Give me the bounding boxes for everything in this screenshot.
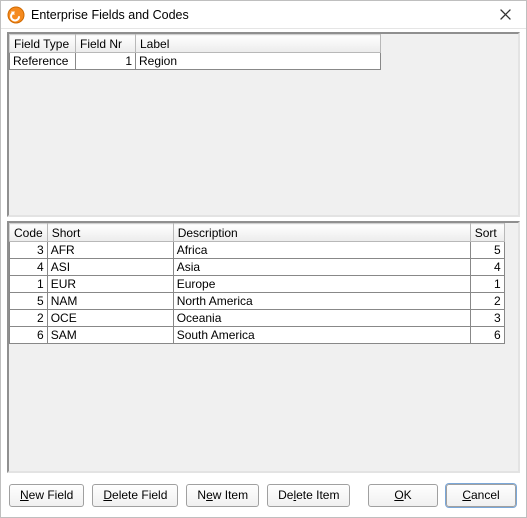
codes-cell-sort[interactable]: 2 xyxy=(470,293,504,310)
codes-cell-short[interactable]: OCE xyxy=(47,310,173,327)
codes-header-short[interactable]: Short xyxy=(47,224,173,242)
fields-header-field-type[interactable]: Field Type xyxy=(10,35,76,53)
codes-cell-sort[interactable]: 1 xyxy=(470,276,504,293)
fields-cell-field-nr[interactable]: 1 xyxy=(76,53,136,70)
codes-cell-code[interactable]: 4 xyxy=(10,259,48,276)
codes-grid-header: Code Short Description Sort xyxy=(10,224,505,242)
delete-item-button[interactable]: Delete Item xyxy=(267,484,350,507)
codes-header-description[interactable]: Description xyxy=(173,224,470,242)
new-item-button[interactable]: New Item xyxy=(186,484,259,507)
codes-panel: Code Short Description Sort 3 AFR Africa… xyxy=(7,221,520,473)
content: Field Type Field Nr Label Reference 1 Re… xyxy=(1,29,526,473)
ok-button[interactable]: OK xyxy=(368,484,438,507)
fields-panel: Field Type Field Nr Label Reference 1 Re… xyxy=(7,32,520,217)
codes-cell-desc[interactable]: Africa xyxy=(173,242,470,259)
table-row[interactable]: 3 AFR Africa 5 xyxy=(10,242,505,259)
codes-cell-code[interactable]: 3 xyxy=(10,242,48,259)
codes-header-code[interactable]: Code xyxy=(10,224,48,242)
close-icon xyxy=(500,9,511,20)
codes-cell-desc[interactable]: North America xyxy=(173,293,470,310)
fields-header-field-nr[interactable]: Field Nr xyxy=(76,35,136,53)
cancel-button[interactable]: Cancel xyxy=(446,484,516,507)
codes-cell-desc[interactable]: Oceania xyxy=(173,310,470,327)
table-row[interactable]: 4 ASI Asia 4 xyxy=(10,259,505,276)
app-icon xyxy=(7,6,25,24)
codes-cell-short[interactable]: AFR xyxy=(47,242,173,259)
codes-cell-code[interactable]: 6 xyxy=(10,327,48,344)
codes-cell-desc[interactable]: South America xyxy=(173,327,470,344)
codes-cell-code[interactable]: 2 xyxy=(10,310,48,327)
button-row: New Field Delete Field New Item Delete I… xyxy=(1,473,526,517)
codes-cell-code[interactable]: 5 xyxy=(10,293,48,310)
table-row[interactable]: 6 SAM South America 6 xyxy=(10,327,505,344)
codes-grid[interactable]: Code Short Description Sort 3 AFR Africa… xyxy=(9,223,505,344)
codes-cell-sort[interactable]: 4 xyxy=(470,259,504,276)
fields-cell-field-type[interactable]: Reference xyxy=(10,53,76,70)
codes-header-sort[interactable]: Sort xyxy=(470,224,504,242)
table-row[interactable]: Reference 1 Region xyxy=(10,53,381,70)
table-row[interactable]: 1 EUR Europe 1 xyxy=(10,276,505,293)
codes-cell-sort[interactable]: 5 xyxy=(470,242,504,259)
new-field-button[interactable]: New Field xyxy=(9,484,84,507)
fields-cell-label[interactable]: Region xyxy=(136,53,381,70)
titlebar: Enterprise Fields and Codes xyxy=(1,1,526,29)
codes-cell-short[interactable]: NAM xyxy=(47,293,173,310)
fields-grid[interactable]: Field Type Field Nr Label Reference 1 Re… xyxy=(9,34,381,70)
codes-cell-sort[interactable]: 3 xyxy=(470,310,504,327)
codes-cell-code[interactable]: 1 xyxy=(10,276,48,293)
table-row[interactable]: 5 NAM North America 2 xyxy=(10,293,505,310)
codes-cell-short[interactable]: SAM xyxy=(47,327,173,344)
codes-cell-short[interactable]: ASI xyxy=(47,259,173,276)
codes-cell-short[interactable]: EUR xyxy=(47,276,173,293)
codes-cell-desc[interactable]: Europe xyxy=(173,276,470,293)
close-button[interactable] xyxy=(488,4,522,26)
codes-cell-desc[interactable]: Asia xyxy=(173,259,470,276)
window: Enterprise Fields and Codes Field Type F… xyxy=(0,0,527,518)
delete-field-button[interactable]: Delete Field xyxy=(92,484,178,507)
fields-grid-header: Field Type Field Nr Label xyxy=(10,35,381,53)
window-title: Enterprise Fields and Codes xyxy=(31,8,488,22)
table-row[interactable]: 2 OCE Oceania 3 xyxy=(10,310,505,327)
fields-header-label[interactable]: Label xyxy=(136,35,381,53)
codes-cell-sort[interactable]: 6 xyxy=(470,327,504,344)
